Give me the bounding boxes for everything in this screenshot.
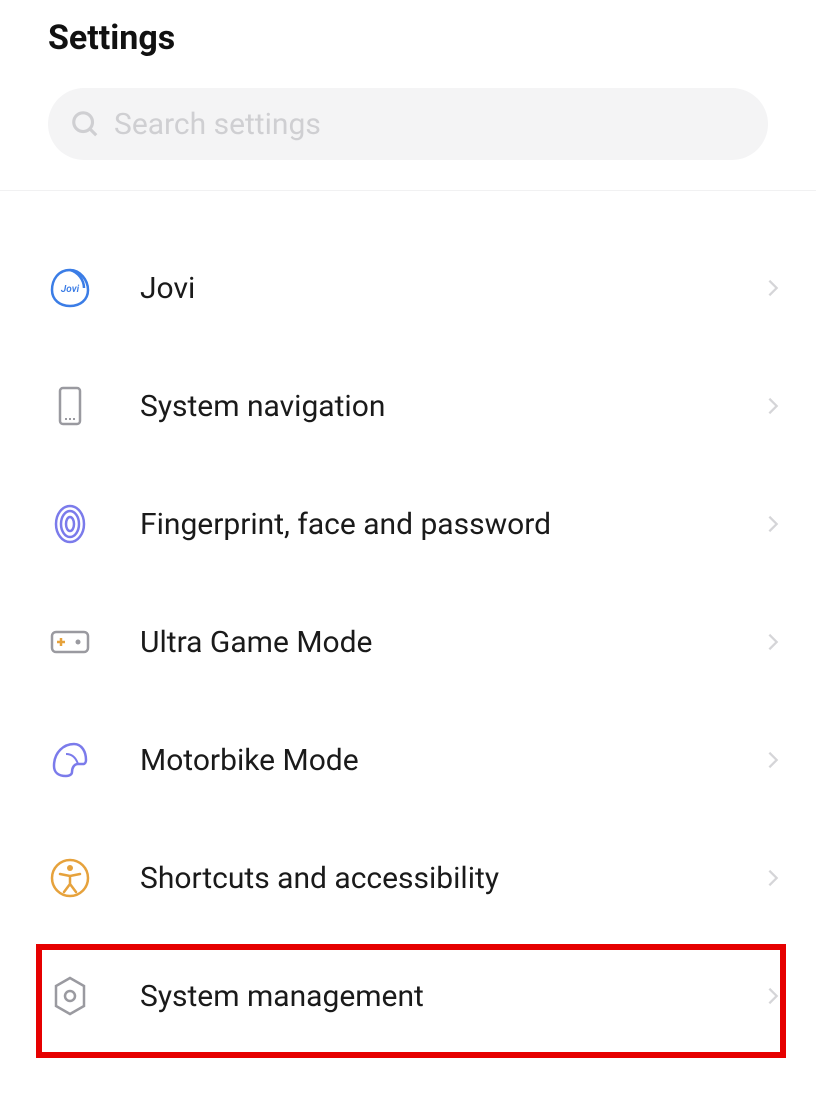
header: Settings xyxy=(0,0,816,88)
list-item-label: Shortcuts and accessibility xyxy=(140,861,762,896)
settings-list: Jovi Jovi System navigation Fingerp xyxy=(0,191,816,1055)
chevron-right-icon xyxy=(762,513,784,535)
helmet-icon xyxy=(48,738,92,782)
accessibility-icon xyxy=(48,856,92,900)
list-item-label: Motorbike Mode xyxy=(140,743,762,778)
list-item-jovi[interactable]: Jovi Jovi xyxy=(48,229,784,347)
list-item-label: Ultra Game Mode xyxy=(140,625,762,660)
list-item-system-management[interactable]: System management xyxy=(48,937,784,1055)
list-item-label: System management xyxy=(140,979,762,1014)
list-item-fingerprint[interactable]: Fingerprint, face and password xyxy=(48,465,784,583)
search-placeholder: Search settings xyxy=(114,107,321,142)
chevron-right-icon xyxy=(762,631,784,653)
chevron-right-icon xyxy=(762,395,784,417)
jovi-icon: Jovi xyxy=(48,266,92,310)
search-icon xyxy=(70,109,100,139)
list-item-label: Fingerprint, face and password xyxy=(140,507,762,542)
list-item-motorbike-mode[interactable]: Motorbike Mode xyxy=(48,701,784,819)
chevron-right-icon xyxy=(762,867,784,889)
chevron-right-icon xyxy=(762,985,784,1007)
chevron-right-icon xyxy=(762,749,784,771)
page-title: Settings xyxy=(48,18,768,58)
list-item-shortcuts-accessibility[interactable]: Shortcuts and accessibility xyxy=(48,819,784,937)
list-item-label: Jovi xyxy=(140,271,762,306)
gear-icon xyxy=(48,974,92,1018)
chevron-right-icon xyxy=(762,277,784,299)
phone-icon xyxy=(48,384,92,428)
list-item-ultra-game-mode[interactable]: Ultra Game Mode xyxy=(48,583,784,701)
fingerprint-icon xyxy=(48,502,92,546)
svg-text:Jovi: Jovi xyxy=(61,284,80,295)
search-container: Search settings xyxy=(0,88,816,190)
list-item-label: System navigation xyxy=(140,389,762,424)
gamepad-icon xyxy=(48,620,92,664)
list-item-system-navigation[interactable]: System navigation xyxy=(48,347,784,465)
search-input[interactable]: Search settings xyxy=(48,88,768,160)
